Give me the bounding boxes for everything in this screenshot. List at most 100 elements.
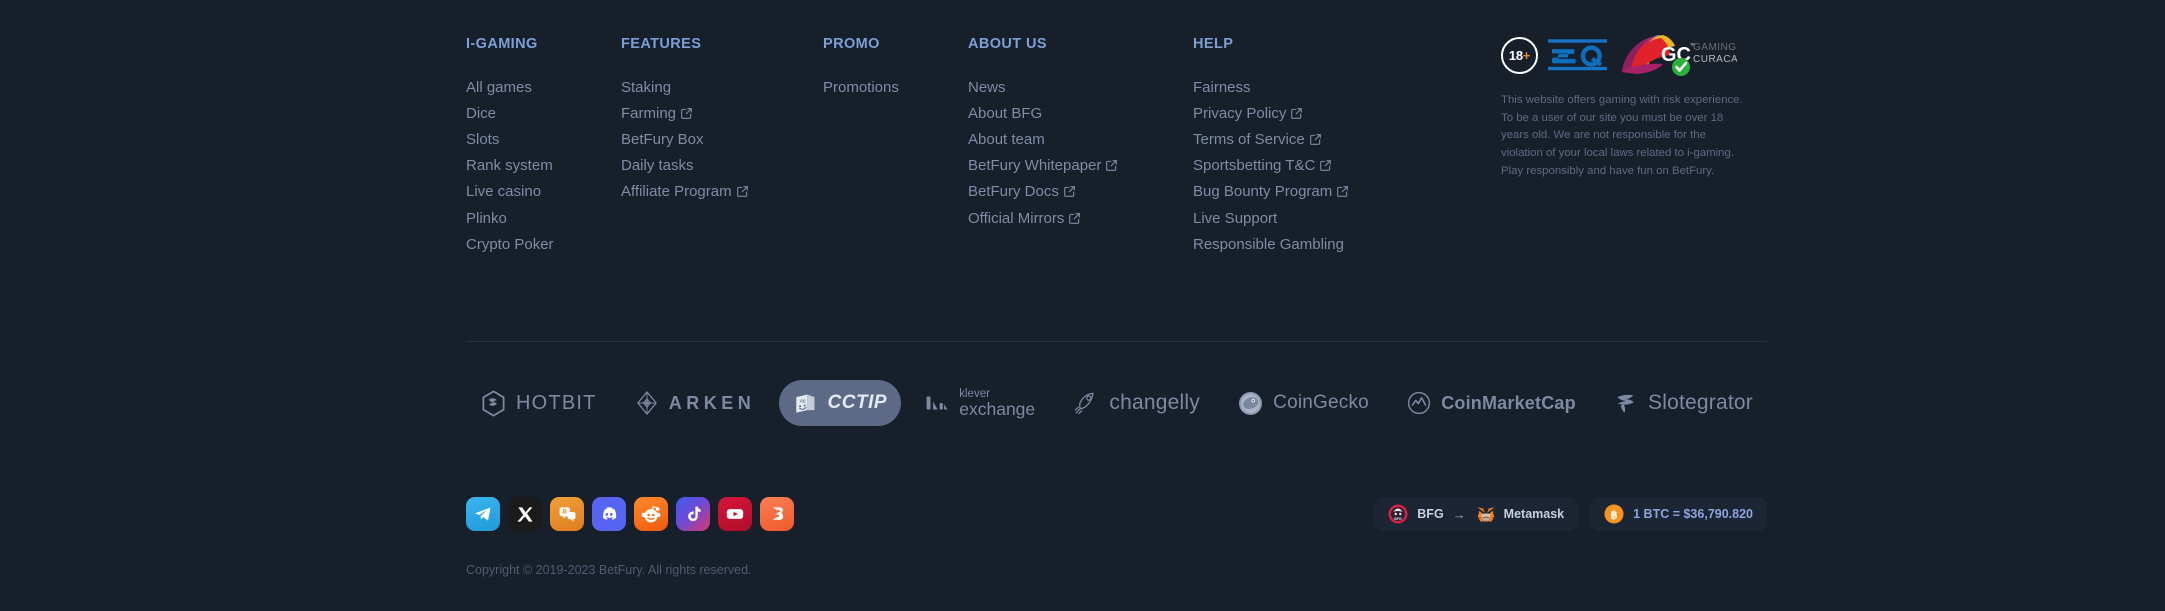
footer-link-label: News	[968, 78, 1006, 96]
svg-text:GAMING: GAMING	[1693, 42, 1737, 53]
footer-link-label: Official Mirrors	[968, 209, 1065, 227]
footer-link-betfury-whitepaper[interactable]: BetFury Whitepaper	[968, 153, 1193, 179]
age-18-plus-icon: 18 +	[1501, 36, 1538, 74]
partner-klever[interactable]: klever exchange	[910, 378, 1049, 428]
footer-link-slots[interactable]: Slots	[466, 126, 621, 152]
social-and-pills-row: Ƀ BFG BFG → Metamask ฿ 1 BTC = $36,790.8…	[466, 486, 1767, 542]
footer-link-privacy-policy[interactable]: Privacy Policy	[1193, 100, 1433, 126]
footer-link-terms-of-service[interactable]: Terms of Service	[1193, 126, 1433, 152]
footer-link-fairness[interactable]: Fairness	[1193, 74, 1433, 100]
site-footer: I-GAMING All games Dice Slots Rank system Liv…	[0, 0, 2165, 611]
pill-from-label: BFG	[1417, 507, 1444, 521]
partner-name-big: exchange	[959, 398, 1036, 419]
license-block: 18 + GC ™ GAMING CURAC This website offe…	[1501, 30, 1767, 180]
swap-arrow-icon: →	[1452, 506, 1466, 522]
external-link-icon	[1063, 186, 1075, 198]
footer-link-label: Crypto Poker	[466, 235, 554, 253]
partner-cmc[interactable]: CoinMarketCap	[1392, 380, 1590, 426]
social-link-telegram[interactable]	[466, 497, 500, 531]
footer-link-rank-system[interactable]: Rank system	[466, 153, 621, 179]
slotegrator-logo-icon	[1613, 390, 1639, 416]
column-title: HELP	[1193, 36, 1234, 52]
footer-link-all-games[interactable]: All games	[466, 74, 621, 100]
social-link-tiktok[interactable]	[676, 497, 710, 531]
footer-link-news[interactable]: News	[968, 74, 1193, 100]
footer-link-label: Plinko	[466, 209, 507, 227]
footer-link-dice[interactable]: Dice	[466, 100, 621, 126]
x-twitter-icon	[516, 506, 534, 523]
partner-name: Slotegrator	[1648, 391, 1753, 414]
arken-logo-icon	[634, 390, 660, 416]
footer-link-about-team[interactable]: About team	[968, 126, 1193, 152]
bitcoin-icon: ฿	[1604, 504, 1624, 524]
bitmedia-icon	[767, 504, 787, 524]
telegram-icon	[473, 504, 493, 524]
footer-link-label: Privacy Policy	[1193, 104, 1287, 122]
footer-link-label: Live Support	[1193, 209, 1278, 227]
footer-link-promotions[interactable]: Promotions	[823, 74, 968, 100]
cmc-logo-icon	[1406, 390, 1432, 416]
partner-changelly[interactable]: changelly	[1058, 379, 1214, 427]
footer-link-label: Farming	[621, 104, 677, 122]
pill-to-label: Metamask	[1503, 507, 1565, 521]
footer-link-label: Fairness	[1193, 78, 1251, 96]
social-link-bitmedia[interactable]	[760, 497, 794, 531]
footer-link-live-casino[interactable]: Live casino	[466, 179, 621, 205]
footer-link-betfury-box[interactable]: BetFury Box	[621, 126, 823, 152]
footer-link-responsible-gambling[interactable]: Responsible Gambling	[1193, 231, 1433, 257]
social-link-bitcointalk[interactable]: Ƀ	[550, 497, 584, 531]
age-18-text: 18	[1508, 47, 1523, 63]
footer-link-label: Sportsbetting T&C	[1193, 157, 1316, 175]
footer-link-farming[interactable]: Farming	[621, 100, 823, 126]
footer-link-daily-tasks[interactable]: Daily tasks	[621, 153, 823, 179]
svg-text:cc: cc	[800, 398, 806, 404]
partner-slotegrator[interactable]: Slotegrator	[1599, 380, 1767, 426]
bfg-to-metamask-pill[interactable]: BFG BFG → Metamask	[1374, 497, 1579, 531]
footer-link-label: Promotions	[823, 78, 899, 96]
partner-arken[interactable]: ARKEN	[620, 380, 770, 426]
footer-link-live-support[interactable]: Live Support	[1193, 205, 1433, 231]
footer-link-about-bfg[interactable]: About BFG	[968, 100, 1193, 126]
partner-cctip[interactable]: cc CCTIP	[778, 380, 902, 426]
external-link-icon	[1309, 134, 1321, 145]
footer-link-betfury-docs[interactable]: BetFury Docs	[968, 179, 1193, 205]
column-title: PROMO	[823, 36, 880, 52]
footer-column-about-us: ABOUT US News About BFG About team BetFury W…	[968, 36, 1193, 231]
svg-text:฿: ฿	[1611, 510, 1618, 522]
footer-link-staking[interactable]: Staking	[621, 74, 823, 100]
footer-link-official-mirrors[interactable]: Official Mirrors	[968, 205, 1193, 231]
social-link-discord[interactable]	[592, 497, 626, 531]
footer-link-sportsbetting-t-c[interactable]: Sportsbetting T&C	[1193, 153, 1433, 179]
btc-price-pill[interactable]: ฿ 1 BTC = $36,790.820	[1590, 497, 1767, 531]
partner-name: changelly	[1109, 391, 1200, 414]
reddit-icon	[641, 504, 661, 524]
youtube-icon	[725, 504, 745, 524]
footer-link-label: Responsible Gambling	[1193, 235, 1344, 253]
external-link-icon	[1106, 160, 1118, 172]
column-title: FEATURES	[621, 36, 702, 52]
social-link-x-twitter[interactable]	[508, 497, 542, 531]
siq-logo-icon[interactable]	[1548, 38, 1607, 72]
partner-coingecko[interactable]: CoinGecko	[1223, 380, 1383, 427]
footer-link-affiliate-program[interactable]: Affiliate Program	[621, 179, 823, 205]
footer-link-plinko[interactable]: Plinko	[466, 205, 621, 231]
changelly-logo-icon	[1072, 389, 1100, 417]
footer-column-features: FEATURES Staking Farming BetFury Box Daily t…	[621, 36, 823, 205]
social-link-reddit[interactable]	[634, 497, 668, 531]
partner-hotbit[interactable]: HOTBIT	[466, 380, 611, 427]
footer-column-help: HELP Fairness Privacy Policy Terms of Servi…	[1193, 36, 1433, 257]
tiktok-icon	[684, 505, 703, 524]
footer-link-label: About team	[968, 130, 1045, 148]
svg-text:CURACAO: CURACAO	[1693, 54, 1737, 65]
gaming-curacao-logo-icon[interactable]: GC ™ GAMING CURACAO	[1617, 32, 1746, 78]
external-link-icon	[1291, 107, 1303, 119]
btc-price-text: 1 BTC = $36,790.820	[1633, 507, 1753, 521]
column-title: I-GAMING	[466, 36, 538, 52]
footer-link-bug-bounty-program[interactable]: Bug Bounty Program	[1193, 179, 1433, 205]
footer-link-label: Bug Bounty Program	[1193, 183, 1333, 201]
partner-name: CCTIP	[827, 392, 888, 413]
footer-link-crypto-poker[interactable]: Crypto Poker	[466, 231, 621, 257]
social-link-youtube[interactable]	[718, 497, 752, 531]
partner-name: CoinGecko	[1273, 392, 1369, 413]
external-link-icon	[736, 186, 748, 198]
